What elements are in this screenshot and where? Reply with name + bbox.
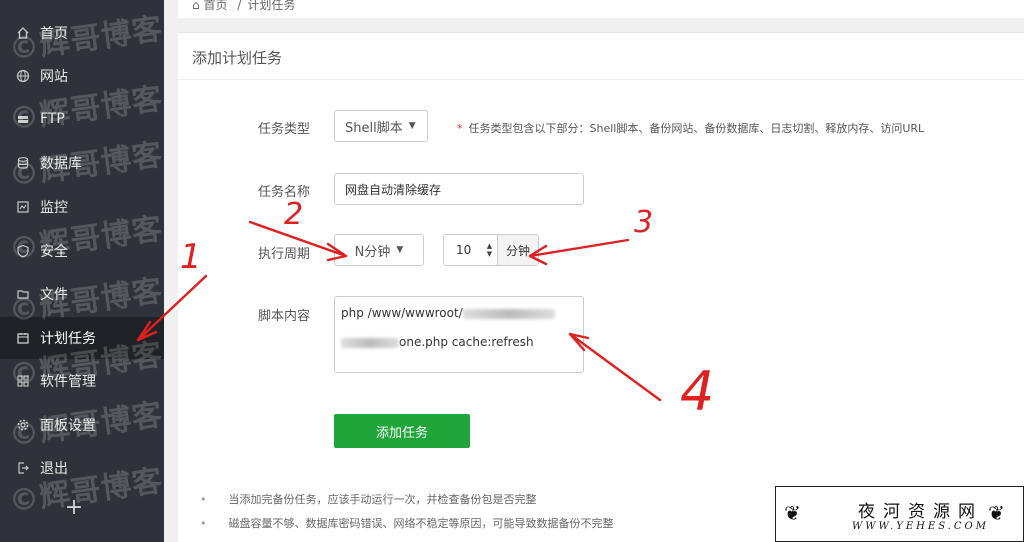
divider [178, 79, 1024, 80]
globe-icon [16, 69, 30, 83]
sidebar-item-label: 数据库 [40, 156, 82, 172]
logo-text-en: WWW.YEHES.COM [852, 521, 989, 532]
sidebar-item-monitor[interactable]: 监控 [0, 186, 164, 228]
sidebar-item-label: 首页 [40, 26, 68, 42]
sidebar-item-crontab[interactable]: 计划任务 [0, 317, 164, 359]
sidebar-item-label: 计划任务 [40, 331, 96, 347]
page-title: 添加计划任务 [192, 49, 283, 67]
script-line-2: one.php cache:refresh [341, 335, 534, 349]
database-icon [16, 156, 30, 170]
calendar-icon [16, 331, 30, 345]
redacted-text [462, 308, 555, 319]
breadcrumb-home[interactable]: ⌂ 首页 / 计划任务 [192, 0, 295, 13]
stepper-arrows[interactable]: ▲ ▼ [482, 235, 498, 265]
site-logo: ❦ 夜河资源网 WWW.YEHES.COM ❦ [775, 486, 1024, 542]
task-type-label: 任务类型 [258, 122, 311, 137]
sidebar-item-settings[interactable]: 面板设置 [0, 404, 164, 446]
ftp-icon [16, 112, 30, 126]
breadcrumb: ⌂ 首页 / 计划任务 [178, 0, 1024, 18]
sidebar: 首页 网站 FTP 数据库 监控 安全 文件 计划任务 软件管理 面板设置 退出… [0, 0, 165, 542]
sidebar-item-label: 网站 [40, 69, 68, 85]
sidebar-item-software[interactable]: 软件管理 [0, 360, 164, 402]
stepper-value[interactable]: 10 [444, 235, 482, 265]
stepper-unit: 分钟 [498, 235, 538, 265]
script-textarea[interactable]: php /www/wwwroot/ one.php cache:refresh [334, 296, 584, 373]
period-select[interactable]: N分钟 ▼ [334, 234, 424, 266]
grid-icon [16, 374, 30, 388]
script-line-1: php /www/wwwroot/ [341, 306, 555, 320]
sidebar-item-website[interactable]: 网站 [0, 55, 164, 97]
note-item: 当添加完备份任务，应该手动运行一次，并检查备份包是否完整 [200, 491, 537, 507]
minute-stepper[interactable]: 10 ▲ ▼ 分钟 [443, 234, 539, 266]
sidebar-item-label: 面板设置 [40, 418, 96, 434]
sidebar-item-home[interactable]: 首页 [0, 12, 164, 54]
period-value: N分钟 [354, 244, 391, 260]
sidebar-item-logout[interactable]: 退出 [0, 447, 164, 489]
redacted-text [341, 337, 399, 348]
ornament-icon: ❦ [784, 501, 801, 525]
gear-icon [16, 418, 30, 432]
sidebar-item-label: 安全 [40, 244, 68, 260]
task-type-select[interactable]: Shell脚本 ▼ [334, 110, 428, 142]
shield-icon [16, 244, 30, 258]
caret-down-icon: ▼ [408, 121, 416, 131]
add-task-button[interactable]: 添加任务 [334, 414, 470, 448]
sidebar-item-security[interactable]: 安全 [0, 230, 164, 272]
home-icon: ⌂ [192, 0, 204, 12]
arrow-down-icon[interactable]: ▼ [487, 250, 492, 258]
task-name-input[interactable]: 网盘自动清除缓存 [334, 173, 584, 205]
sidebar-item-label: 监控 [40, 200, 68, 216]
sidebar-item-label: FTP [40, 111, 65, 127]
ornament-icon: ❦ [988, 501, 1005, 525]
sidebar-item-label: 软件管理 [40, 374, 96, 390]
add-button[interactable]: + [62, 496, 86, 520]
sidebar-item-label: 文件 [40, 287, 68, 303]
sidebar-item-label: 退出 [40, 461, 68, 477]
script-label: 脚本内容 [258, 309, 311, 324]
home-icon [16, 26, 30, 40]
sidebar-item-database[interactable]: 数据库 [0, 142, 164, 184]
task-type-value: Shell脚本 [345, 120, 403, 136]
period-label: 执行周期 [258, 247, 311, 262]
logo-text-cn: 夜河资源网 [858, 502, 983, 522]
folder-icon [16, 287, 30, 301]
monitor-icon [16, 200, 30, 214]
add-task-panel: 添加计划任务 任务类型 Shell脚本 ▼ * 任务类型包含以下部分：Shell脚… [178, 32, 1024, 542]
caret-down-icon: ▼ [396, 245, 404, 255]
task-name-label: 任务名称 [258, 185, 311, 200]
sidebar-item-ftp[interactable]: FTP [0, 98, 164, 140]
note-item: 磁盘容量不够、数据库密码错误、网络不稳定等原因，可能导致数据备份不完整 [200, 515, 614, 531]
task-type-hint: * 任务类型包含以下部分：Shell脚本、备份网站、备份数据库、日志切割、释放内存… [457, 122, 925, 135]
sidebar-item-files[interactable]: 文件 [0, 273, 164, 315]
arrow-up-icon[interactable]: ▲ [487, 242, 492, 250]
logout-icon [16, 461, 30, 475]
